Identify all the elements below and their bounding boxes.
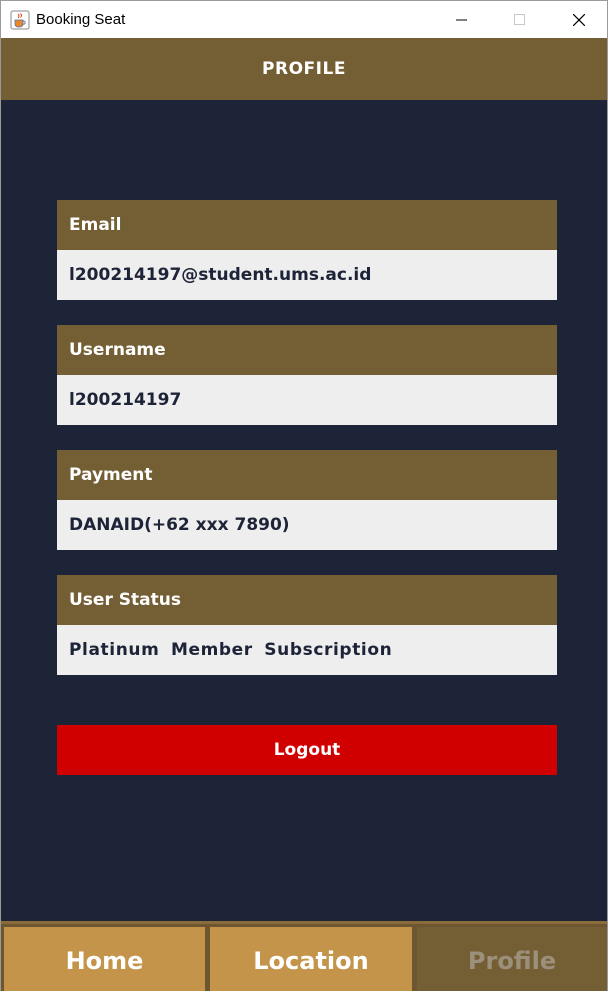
email-value: l200214197@student.ums.ac.id: [57, 250, 557, 300]
page-title: PROFILE: [262, 59, 346, 79]
username-section: Username l200214197: [57, 325, 557, 425]
app-panel: PROFILE Email l200214197@student.ums.ac.…: [0, 38, 608, 991]
minimize-button[interactable]: [433, 1, 491, 39]
payment-section: Payment DANAID(+62 xxx 7890): [57, 450, 557, 550]
payment-label: Payment: [57, 450, 557, 500]
maximize-icon: [514, 14, 525, 25]
username-label: Username: [57, 325, 557, 375]
user-status-label: User Status: [57, 575, 557, 625]
username-value: l200214197: [57, 375, 557, 425]
nav-home-button[interactable]: Home: [4, 927, 205, 991]
maximize-button[interactable]: [491, 1, 549, 39]
minimize-icon: [456, 19, 467, 21]
user-status-value: Platinum Member Subscription: [57, 625, 557, 675]
nav-profile-button[interactable]: Profile: [417, 927, 607, 991]
email-section: Email l200214197@student.ums.ac.id: [57, 200, 557, 300]
close-icon: [573, 14, 585, 26]
nav-location-button[interactable]: Location: [210, 927, 412, 991]
user-status-section: User Status Platinum Member Subscription: [57, 575, 557, 675]
email-label: Email: [57, 200, 557, 250]
bottom-nav: Home Location Profile: [1, 921, 607, 991]
payment-value: DANAID(+62 xxx 7890): [57, 500, 557, 550]
window-title: Booking Seat: [36, 11, 126, 28]
close-button[interactable]: [550, 1, 608, 39]
page-header: PROFILE: [1, 38, 607, 100]
logout-button[interactable]: Logout: [57, 725, 557, 775]
window-titlebar: Booking Seat: [0, 0, 608, 38]
java-cup-icon: [10, 10, 30, 30]
